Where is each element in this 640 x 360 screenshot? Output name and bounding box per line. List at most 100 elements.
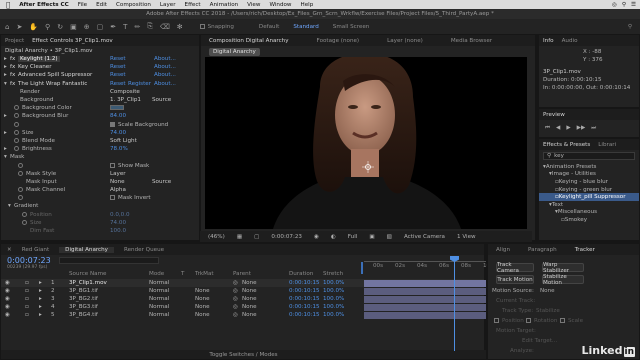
layer-duration[interactable]: 0:00:10:15 [289, 312, 320, 318]
menu-composition[interactable]: Composition [116, 2, 151, 8]
position-value[interactable]: 0.0,0.0 [110, 212, 130, 218]
size-value[interactable]: 74.00 [110, 130, 126, 136]
search-help-icon[interactable]: ⚲ [628, 24, 632, 30]
menu-view[interactable]: View [247, 2, 260, 8]
layer-trkmat[interactable]: None [195, 312, 210, 318]
col-parent[interactable]: Parent [233, 271, 251, 277]
comp-subtab[interactable]: Digital Anarchy [209, 47, 260, 56]
pen-tool-icon[interactable]: ✒ [110, 23, 116, 31]
tab-audio[interactable]: Audio [562, 38, 578, 44]
pan-behind-tool-icon[interactable]: ⊕ [84, 23, 90, 31]
layer-parent[interactable]: None [242, 312, 257, 318]
about-link[interactable]: About... [154, 64, 176, 70]
pickwhip-icon[interactable]: ◎ [233, 304, 238, 310]
tab-paragraph[interactable]: Paragraph [528, 247, 557, 253]
disclosure-icon[interactable]: ▸ [39, 304, 42, 310]
disclosure-icon[interactable]: ▸ [4, 130, 7, 136]
disclosure-icon[interactable]: ▸ [39, 312, 42, 318]
zoom-tool-icon[interactable]: ⚲ [45, 23, 50, 31]
toggle-switches-modes[interactable]: Toggle Switches / Modes [1, 350, 486, 359]
track-camera-button[interactable]: Track Camera [496, 262, 534, 274]
play-icon[interactable]: ▶ [566, 125, 570, 132]
close-icon[interactable]: ✕ [7, 247, 12, 253]
playhead[interactable] [454, 259, 455, 351]
disclosure-open-icon[interactable]: ▾ [4, 81, 7, 87]
brightness-value[interactable]: 78.0% [110, 146, 128, 152]
track-motion-button[interactable]: Track Motion [496, 275, 534, 284]
col-t[interactable]: T [181, 271, 184, 277]
layer-duration-bar[interactable] [364, 279, 486, 287]
about-link[interactable]: About... [154, 81, 176, 87]
stopwatch-icon[interactable] [18, 162, 26, 169]
col-duration[interactable]: Duration [289, 271, 313, 277]
snapping-checkbox[interactable]: Snapping [199, 23, 234, 30]
layer-duration[interactable]: 0:00:10:15 [289, 288, 320, 294]
show-mask-checkbox[interactable]: Show Mask [110, 162, 149, 169]
scale-bg-checkbox[interactable]: Scale Background [110, 121, 168, 128]
stopwatch-icon[interactable] [14, 121, 22, 128]
menu-effect[interactable]: Effect [185, 2, 201, 8]
pickwhip-icon[interactable]: ◎ [233, 296, 238, 302]
tab-tracker[interactable]: Tracker [575, 247, 595, 253]
grid-icon[interactable]: ▦ [237, 234, 242, 240]
eraser-tool-icon[interactable]: ⌫ [160, 23, 170, 31]
stopwatch-icon[interactable] [18, 187, 26, 193]
dim-fast-value[interactable]: 100.0 [110, 228, 126, 234]
menu-file[interactable]: File [78, 2, 87, 8]
disclosure-icon[interactable]: ▸ [4, 113, 7, 119]
motion-source-dropdown[interactable]: None [540, 288, 555, 294]
position-checkbox[interactable]: Position [494, 318, 524, 324]
stopwatch-icon[interactable] [22, 219, 30, 226]
effect-light-wrap[interactable]: ▾ fx The Light Wrap Fantastic Reset Regi… [4, 80, 199, 88]
type-tool-icon[interactable]: T [123, 23, 127, 31]
group-mask[interactable]: ▾ Mask [4, 153, 199, 161]
preset-tree-item[interactable]: ▫ Smokey [539, 216, 639, 224]
wifi-icon[interactable]: ◎ [612, 2, 617, 8]
rectangle-tool-icon[interactable]: ▢ [97, 23, 104, 31]
last-frame-icon[interactable]: ⏭ [591, 125, 596, 132]
lock-icon[interactable]: ▫ [25, 312, 29, 318]
list-icon[interactable]: ☰ [631, 2, 636, 8]
layer-trkmat[interactable]: None [195, 288, 210, 294]
col-source-name[interactable]: Source Name [69, 271, 107, 277]
layer-row[interactable]: ◉ ▫ ▸ 2 3P_BG1.tif Normal None ◎ None 0:00:10:15 1… [1, 287, 486, 295]
layer-name[interactable]: 3P_BG1.tif [69, 288, 98, 294]
timeline-timecode[interactable]: 0:00:07:23 [7, 256, 51, 265]
tab-info[interactable]: Info [543, 38, 554, 44]
disclosure-icon[interactable]: ▸ [4, 72, 7, 78]
layer-name[interactable]: 3P_BG3.tif [69, 304, 98, 310]
layer-duration[interactable]: 0:00:10:15 [289, 280, 320, 286]
effect-key-cleaner[interactable]: ▸ fx Key Cleaner Reset About... [4, 63, 199, 71]
disclosure-icon[interactable]: ▸ [39, 288, 42, 294]
selection-tool-icon[interactable]: ➤ [16, 23, 22, 31]
preset-tree-item[interactable]: ▫ Keying - blue blur [539, 178, 639, 186]
preset-tree-item[interactable]: ▾ Text [539, 201, 639, 209]
fx-icon[interactable]: fx [10, 81, 15, 87]
search-icon[interactable]: ⚲ [622, 2, 626, 8]
eye-icon[interactable]: ◉ [5, 304, 10, 310]
layer-parent[interactable]: None [242, 304, 257, 310]
layer-parent[interactable]: None [242, 280, 257, 286]
mask-channel-dropdown[interactable]: Alpha [110, 187, 126, 193]
prev-frame-icon[interactable]: ◀ [556, 125, 560, 132]
stopwatch-icon[interactable] [14, 105, 22, 111]
menu-layer[interactable]: Layer [160, 2, 176, 8]
layer-stretch[interactable]: 100.0% [323, 304, 344, 310]
layer-row[interactable]: ◉ ▫ ▸ 1 3P_Clip1.mov Normal ◎ None 0:00:10:15 100… [1, 279, 486, 287]
layer-name[interactable]: 3P_Clip1.mov [69, 280, 107, 286]
preset-tree-item[interactable]: ▾ Animation Presets [539, 163, 639, 171]
lock-icon[interactable]: ▫ [25, 304, 29, 310]
stamp-tool-icon[interactable]: ⎘ [147, 22, 153, 31]
effects-search-input[interactable]: ⚲ key [543, 152, 635, 160]
layer-stretch[interactable]: 100.0% [323, 312, 344, 318]
layer-stretch[interactable]: 100.0% [323, 288, 344, 294]
lock-icon[interactable]: ▫ [25, 280, 29, 286]
preset-tree-item[interactable]: ▾ Image - Utilities [539, 171, 639, 179]
hand-tool-icon[interactable]: ✋ [29, 23, 38, 31]
stopwatch-icon[interactable] [14, 146, 22, 152]
layer-trkmat[interactable]: None [195, 296, 210, 302]
timeline-search-input[interactable] [59, 257, 159, 264]
tab-libraries[interactable]: Librari [598, 142, 616, 148]
layer-parent[interactable]: None [242, 288, 257, 294]
tab-preview[interactable]: Preview [543, 112, 565, 118]
